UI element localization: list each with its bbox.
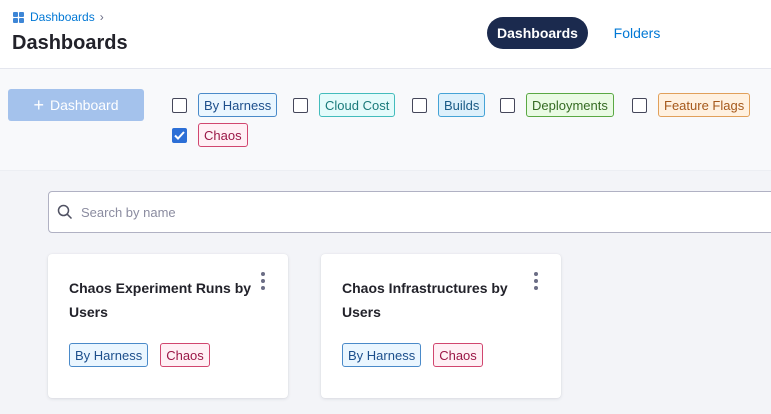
toggle-dashboards[interactable]: Dashboards <box>487 17 588 49</box>
tag-chaos: Chaos <box>433 343 483 367</box>
filter-chaos[interactable]: Chaos <box>172 123 248 147</box>
view-toggle: Dashboards Folders <box>487 17 672 49</box>
tag-feature-flags: Feature Flags <box>658 93 751 117</box>
card-tags: By Harness Chaos <box>69 343 210 367</box>
card-title: Chaos Experiment Runs by Users <box>69 280 252 320</box>
tag-chaos: Chaos <box>160 343 210 367</box>
tag-by-harness: By Harness <box>342 343 422 367</box>
tag-deployments: Deployments <box>526 93 614 117</box>
checkbox[interactable] <box>293 97 308 113</box>
more-options-icon[interactable] <box>258 272 268 290</box>
tag-cloud-cost: Cloud Cost <box>319 93 396 117</box>
search-input[interactable] <box>81 204 681 220</box>
breadcrumb[interactable]: Dashboards › <box>13 10 104 24</box>
filter-feature-flags[interactable]: Feature Flags <box>632 93 751 117</box>
plus-icon: + <box>33 95 44 115</box>
tag-builds: Builds <box>438 93 486 117</box>
filter-builds[interactable]: Builds <box>412 93 486 117</box>
add-dashboard-label: Dashboard <box>50 97 119 113</box>
tag-by-harness: By Harness <box>69 343 149 367</box>
filter-cloud-cost[interactable]: Cloud Cost <box>293 93 396 117</box>
dashboard-grid-icon <box>13 11 24 23</box>
search-icon <box>57 204 73 220</box>
checkbox-checked[interactable] <box>172 127 187 143</box>
dashboards-content: Chaos Experiment Runs by Users By Harnes… <box>0 171 771 414</box>
add-dashboard-button[interactable]: + Dashboard <box>8 89 144 121</box>
checkbox[interactable] <box>172 97 187 113</box>
more-options-icon[interactable] <box>531 272 541 290</box>
filter-bar: + Dashboard By Harness Cloud Cost Builds… <box>0 69 771 171</box>
card-title: Chaos Infrastructures by Users <box>342 280 508 320</box>
breadcrumb-link-dashboards[interactable]: Dashboards <box>30 10 95 24</box>
dashboard-card[interactable]: Chaos Infrastructures by Users By Harnes… <box>321 254 561 398</box>
checkbox[interactable] <box>632 97 647 113</box>
chevron-right-icon: › <box>99 10 104 24</box>
filter-deployments[interactable]: Deployments <box>500 93 614 117</box>
page-header: Dashboards › Dashboards Dashboards Folde… <box>0 0 771 69</box>
tag-chaos: Chaos <box>198 123 248 147</box>
checkbox[interactable] <box>412 97 427 113</box>
tag-by-harness: By Harness <box>198 93 278 117</box>
checkbox[interactable] <box>500 97 515 113</box>
filter-by-harness[interactable]: By Harness <box>172 93 278 117</box>
page-title: Dashboards <box>12 32 128 54</box>
card-tags: By Harness Chaos <box>342 343 483 367</box>
search-box[interactable] <box>48 191 771 233</box>
check-icon <box>174 130 185 140</box>
dashboard-card[interactable]: Chaos Experiment Runs by Users By Harnes… <box>48 254 288 398</box>
toggle-folders[interactable]: Folders <box>602 17 672 49</box>
